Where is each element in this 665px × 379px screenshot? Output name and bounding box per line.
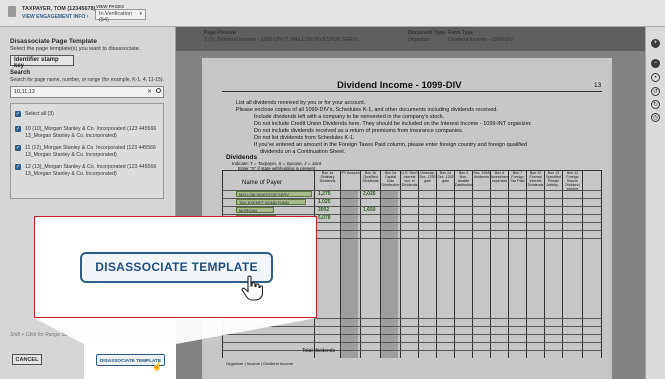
checkbox-checked-icon[interactable]: ✓ bbox=[15, 126, 21, 132]
add-icon[interactable]: + bbox=[651, 39, 660, 48]
remove-icon[interactable]: − bbox=[651, 59, 660, 68]
hand-cursor-icon bbox=[241, 275, 263, 301]
form-instruction: dividends on a Continuation Sheet. bbox=[260, 149, 346, 155]
range-selection-hint: Shift + Click for Range Selection bbox=[10, 332, 82, 338]
form-title: Dividend Income - 1099-DIV bbox=[337, 80, 462, 91]
table-row-line bbox=[222, 214, 602, 215]
top-bar: TAXPAYER, TOM (12345678) VIEW ENGAGEMENT… bbox=[0, 0, 665, 27]
view-pages-value: In Verification (54) bbox=[99, 11, 133, 23]
form-type-value: Dividend Income - 1099-DIV bbox=[448, 37, 514, 43]
table-row-line bbox=[222, 206, 602, 207]
column-header: Box 2d Sec. 1202 gain bbox=[437, 171, 454, 183]
checkbox-checked-icon[interactable]: ✓ bbox=[15, 145, 21, 151]
name-of-payer-label: Name of Payer bbox=[242, 180, 283, 186]
right-toolbar: + − • ↺ ↻ ◷ bbox=[645, 27, 665, 379]
total-dividends-label: Total dividends bbox=[302, 348, 336, 354]
page-info-row: Page Preview 3 (3)_Dividend Income - 109… bbox=[200, 27, 645, 51]
column-header: U.S. Gov't Interest incl. in Dividends bbox=[401, 171, 418, 187]
column-header: Box 11 Foreign Source Dividend Income bbox=[565, 171, 580, 191]
form-instruction: If you've entered an amount in the Forei… bbox=[254, 142, 528, 148]
payer-entry[interactable]: TAX EXEMPT BOND FUND bbox=[236, 199, 306, 205]
table-row-line bbox=[222, 334, 602, 335]
form-instruction: Do not list dividends from Schedules K-1… bbox=[254, 135, 355, 141]
form-instruction: Include dividends left with a company to… bbox=[254, 114, 445, 120]
table-row-line bbox=[222, 350, 602, 351]
clear-search-icon[interactable]: ✕ bbox=[147, 88, 152, 95]
title-rule bbox=[222, 91, 602, 92]
amount-cell[interactable]: 2,025 bbox=[363, 191, 376, 197]
amount-cell[interactable]: 3002 bbox=[318, 207, 329, 213]
list-item-label: 11 (12)_Morgan Stanley & Co. Incorporate… bbox=[25, 145, 156, 158]
table-row-line bbox=[222, 342, 602, 343]
column-header: Box 3 Non-taxable Distribution bbox=[455, 171, 473, 187]
column-header: PY Amount bbox=[341, 171, 360, 175]
search-input[interactable]: 10,11,12 bbox=[10, 86, 164, 98]
list-item[interactable]: ✓ 11 (12)_Morgan Stanley & Co. Incorpora… bbox=[15, 145, 160, 159]
hand-cursor-icon: ☝ bbox=[152, 362, 162, 371]
panel-instruction: Select the page template(s) you want to … bbox=[10, 46, 141, 52]
page-preview-value: 3 (3)_Dividend Income - 1099-DIV (T, MEL… bbox=[204, 37, 362, 43]
document-type-value: Organizer bbox=[408, 37, 431, 43]
column-header: Unrecap. Sec. 1250 gain bbox=[419, 171, 436, 183]
document-type-label: Document Type bbox=[408, 30, 446, 36]
settings-icon[interactable]: • bbox=[651, 73, 660, 82]
form-instruction: Do not include Credit Union Dividends he… bbox=[254, 121, 532, 127]
payer-entry[interactable]: MELLON INVESTOR SERV bbox=[236, 191, 312, 197]
column-header: Box 1a Ordinary Dividends bbox=[319, 171, 336, 183]
column-header: Box 13 Specified Private Activity... bbox=[546, 171, 561, 187]
form-instruction: Please enclose copies of all 1099-DIV's,… bbox=[236, 107, 498, 113]
column-header: Box 6 Investment expenses bbox=[491, 171, 509, 183]
column-header: Box 1b Qualified Dividends bbox=[362, 171, 379, 183]
form-instruction: List all dividends received by you or fo… bbox=[236, 100, 366, 106]
form-instruction: Do not include dividends received as a r… bbox=[254, 128, 464, 134]
form-type-label: Form Type bbox=[448, 30, 474, 36]
checkbox-checked-icon[interactable]: ✓ bbox=[15, 111, 21, 117]
disassociate-panel: Disassociate Page Template Select the pa… bbox=[0, 27, 176, 379]
payer-entry[interactable]: MORGAN bbox=[236, 207, 274, 213]
redo-icon[interactable]: ↻ bbox=[651, 100, 660, 109]
document-icon bbox=[8, 6, 16, 17]
amount-cell[interactable]: 1,650 bbox=[363, 207, 376, 213]
amount-cell[interactable]: 1,025 bbox=[318, 199, 331, 205]
column-header: Sec. 199A dividends bbox=[473, 171, 490, 179]
form-page-number: 13 bbox=[594, 82, 602, 89]
client-name: TAXPAYER, TOM (12345678) bbox=[22, 6, 96, 12]
amount-cell[interactable]: 5,078 bbox=[318, 215, 331, 221]
column-header: Box 2a Capital Gain Distribution bbox=[381, 171, 400, 187]
list-item[interactable]: ✓ 12 (13)_Morgan Stanley & Co. Incorpora… bbox=[15, 164, 160, 178]
section-heading: Dividends bbox=[226, 154, 258, 161]
list-item-label: 10 (10)_Morgan Stanley & Co. Incorporate… bbox=[25, 126, 157, 139]
checkbox-checked-icon[interactable]: ✓ bbox=[15, 164, 21, 170]
table-row-line bbox=[222, 318, 602, 319]
search-help-text: Search for page name, number, or range (… bbox=[10, 77, 164, 83]
button-spotlight: DISASSOCIATE TEMPLATE bbox=[84, 344, 176, 379]
zoom-callout: DISASSOCIATE TEMPLATE bbox=[34, 216, 317, 318]
panel-title: Disassociate Page Template bbox=[10, 38, 97, 45]
view-pages-select[interactable]: In Verification (54) ▾ bbox=[95, 9, 146, 23]
chevron-down-icon: ▾ bbox=[139, 11, 142, 17]
list-item-label: 12 (13)_Morgan Stanley & Co. Incorporate… bbox=[25, 164, 157, 177]
select-all-row[interactable]: ✓ Select all (3) bbox=[15, 111, 160, 118]
column-header: Box 12 Exempt Interest Dividends bbox=[527, 171, 544, 187]
undo-icon[interactable]: ↺ bbox=[651, 87, 660, 96]
template-list: ✓ Select all (3) ✓ 10 (10)_Morgan Stanle… bbox=[10, 103, 164, 199]
column-header: Box 7 Foreign Tax Paid bbox=[510, 171, 525, 183]
identifier-stamp-key-button[interactable]: Identifier stamp key bbox=[10, 55, 74, 69]
view-engagement-link[interactable]: VIEW ENGAGEMENT INFO › bbox=[22, 14, 88, 20]
shaded-column bbox=[340, 190, 358, 358]
table-row-line bbox=[222, 326, 602, 327]
search-icon[interactable] bbox=[156, 88, 161, 93]
select-all-label: Select all (3) bbox=[25, 111, 54, 117]
search-label: Search bbox=[10, 70, 31, 76]
list-item[interactable]: ✓ 10 (10)_Morgan Stanley & Co. Incorpora… bbox=[15, 126, 160, 140]
shaded-column bbox=[380, 190, 398, 358]
history-icon[interactable]: ◷ bbox=[651, 113, 660, 122]
page-preview-label: Page Preview bbox=[204, 30, 237, 36]
form-footer: Organizer | Income | Dividend Income bbox=[226, 361, 293, 366]
amount-cell[interactable]: 1,275 bbox=[318, 191, 331, 197]
cancel-button[interactable]: CANCEL bbox=[12, 354, 42, 365]
